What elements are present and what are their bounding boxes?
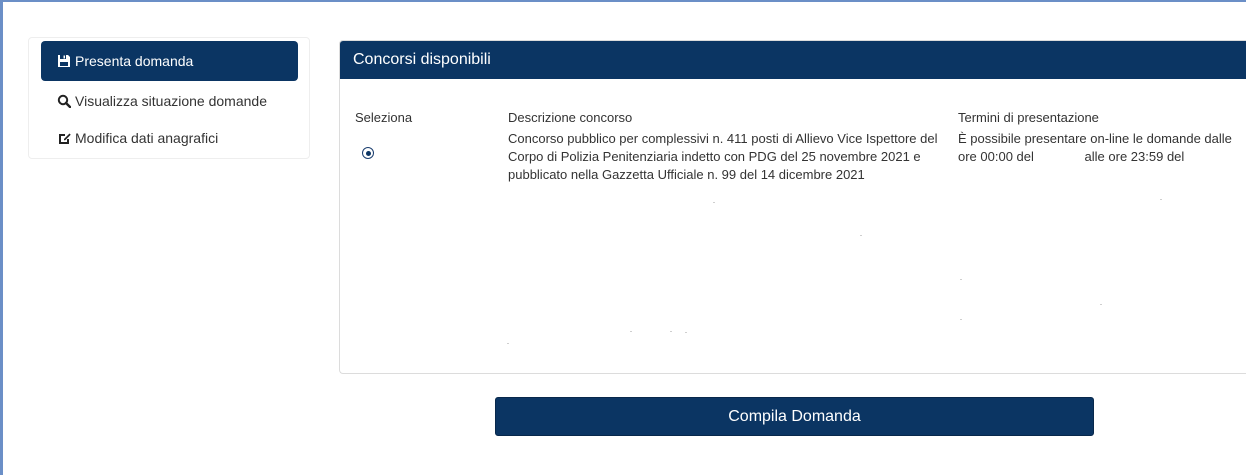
redacted-date — [1037, 149, 1081, 164]
concorso-terms: È possibile presentare on-line le domand… — [958, 130, 1238, 166]
redaction-speck — [960, 319, 962, 320]
column-header-description: Descrizione concorso — [508, 110, 633, 125]
sidebar: Presenta domanda Visualizza situazione d… — [28, 37, 310, 159]
terms-suffix: del — [1166, 149, 1185, 164]
search-icon — [57, 94, 71, 108]
redaction-speck — [630, 331, 632, 332]
column-header-select: Seleziona — [355, 110, 413, 125]
redaction-speck — [713, 202, 715, 203]
edit-icon — [57, 131, 71, 145]
panel-title: Concorsi disponibili — [340, 41, 1246, 79]
concorsi-panel: Concorsi disponibili Seleziona Descrizio… — [339, 40, 1246, 374]
redaction-speck — [960, 279, 962, 280]
redaction-speck — [507, 343, 509, 344]
redaction-speck — [860, 235, 862, 236]
compila-domanda-button[interactable]: Compila Domanda — [495, 397, 1094, 436]
sidebar-item-label: Presenta domanda — [75, 53, 194, 69]
redaction-speck — [1160, 199, 1162, 200]
column-header-terms: Termini di presentazione — [958, 110, 1099, 125]
concorso-description: Concorso pubblico per complessivi n. 411… — [508, 131, 938, 182]
redaction-speck — [685, 332, 687, 333]
sidebar-item-visualizza-situazione[interactable]: Visualizza situazione domande — [41, 81, 298, 121]
sidebar-item-label: Visualizza situazione domande — [75, 93, 267, 109]
terms-middle: alle ore 23:59 — [1084, 149, 1164, 164]
window-frame-top — [0, 0, 1246, 2]
window-frame-left — [0, 0, 3, 475]
save-icon — [57, 54, 71, 68]
sidebar-item-label: Modifica dati anagrafici — [75, 130, 219, 146]
redaction-speck — [1100, 304, 1102, 305]
redaction-speck — [670, 331, 672, 332]
sidebar-item-modifica-dati[interactable]: Modifica dati anagrafici — [41, 118, 298, 158]
sidebar-item-presenta-domanda[interactable]: Presenta domanda — [41, 41, 298, 81]
concorso-radio-selected[interactable] — [362, 147, 374, 159]
